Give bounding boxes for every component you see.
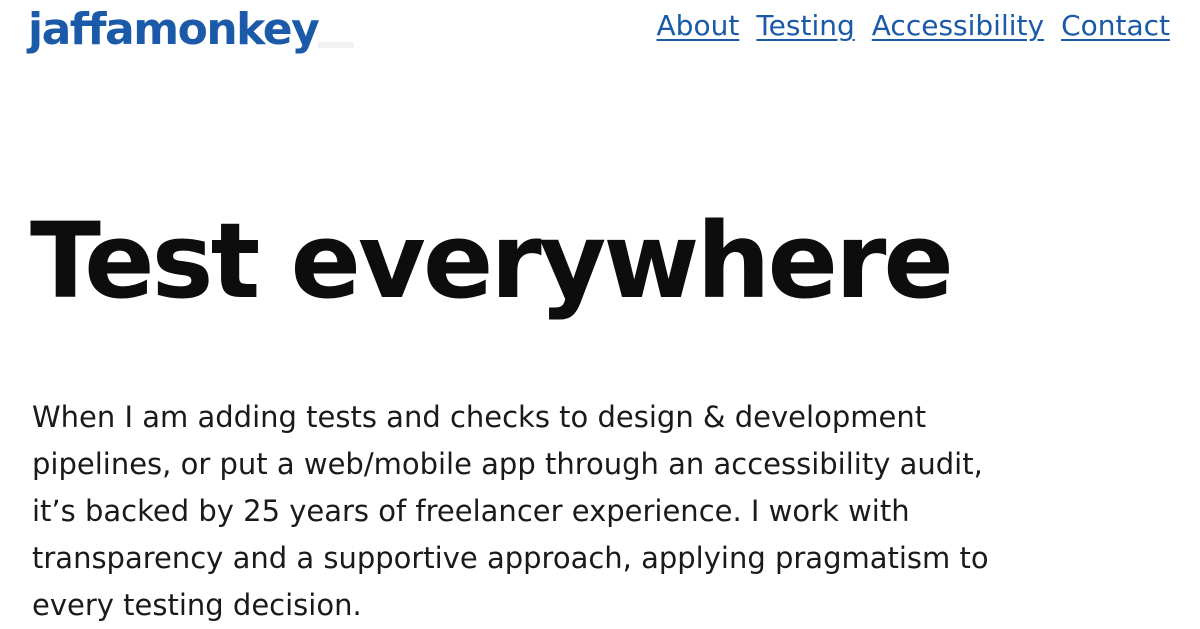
- nav-link-testing[interactable]: Testing: [756, 8, 854, 44]
- hero-title: Test everywhere: [30, 200, 954, 322]
- nav-link-about[interactable]: About: [657, 8, 740, 44]
- nav-link-accessibility[interactable]: Accessibility: [872, 8, 1044, 44]
- site-logo[interactable]: jaffamonkey: [28, 5, 320, 54]
- hero-intro-text: When I am adding tests and checks to des…: [32, 400, 989, 622]
- main-nav: About Testing Accessibility Contact: [657, 8, 1170, 44]
- logo-decoration: [318, 42, 354, 48]
- nav-link-contact[interactable]: Contact: [1061, 8, 1170, 44]
